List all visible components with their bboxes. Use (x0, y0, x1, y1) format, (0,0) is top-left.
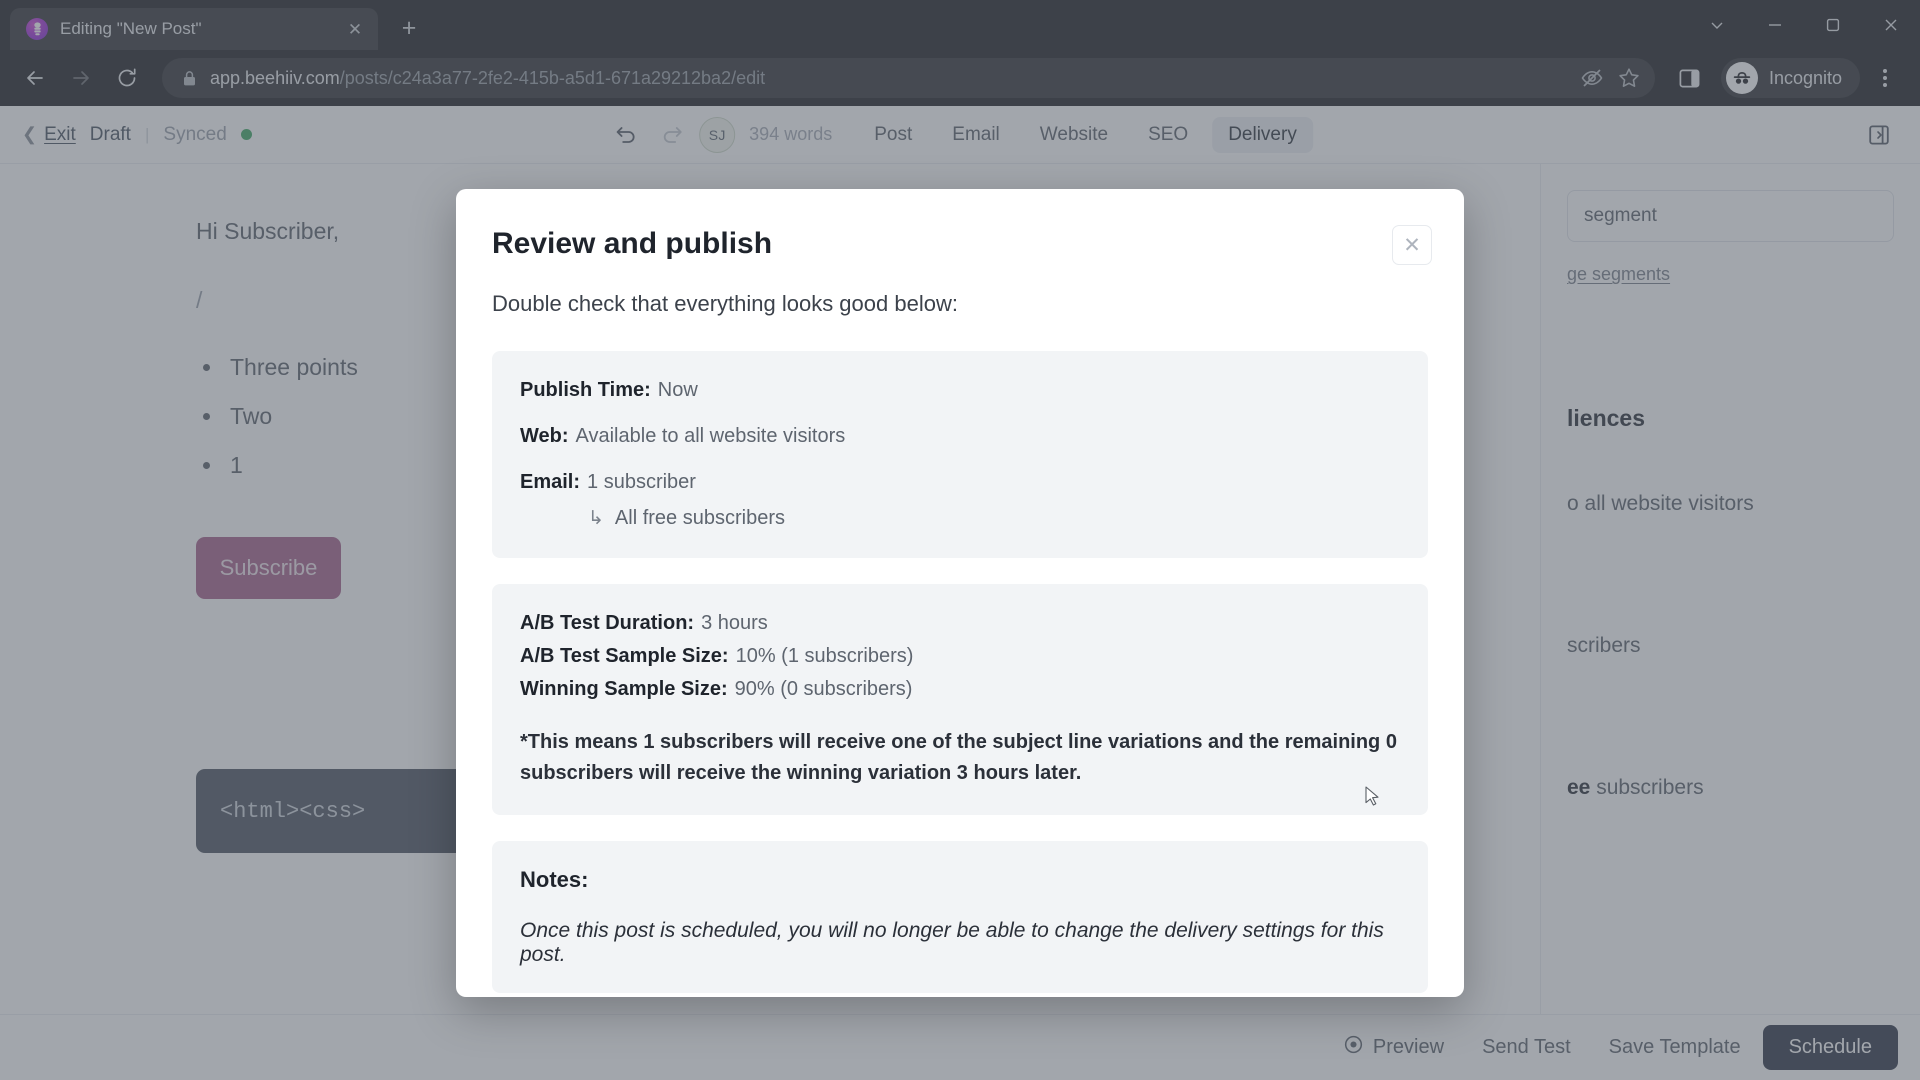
dialog-body: Review and publish Double check that eve… (456, 189, 1464, 997)
winning-sample-row: Winning Sample Size: 90% (0 subscribers) (520, 676, 1400, 703)
mouse-cursor (1365, 786, 1381, 813)
modal-overlay[interactable]: ✕ Review and publish Double check that e… (0, 0, 1920, 1080)
email-value: 1 subscriber (587, 471, 696, 493)
review-and-publish-dialog: ✕ Review and publish Double check that e… (456, 189, 1464, 997)
ab-test-card: A/B Test Duration: 3 hours A/B Test Sampl… (492, 584, 1428, 815)
browser-window: Editing "New Post" ✕ + (0, 0, 1920, 1080)
dialog-title: Review and publish (492, 227, 773, 260)
web-value: Available to all website visitors (575, 425, 846, 447)
email-row: Email: 1 subscriber ↳ All free subscriber… (520, 469, 1400, 532)
dialog-subtitle: Double check that everything looks good … (492, 291, 958, 316)
winning-sample-label: Winning Sample Size: (520, 678, 728, 700)
publish-time-row: Publish Time: Now (520, 377, 1400, 404)
ab-sample-value: 10% (1 subscribers) (735, 645, 914, 667)
arrow-hook-icon: ↳ (588, 507, 604, 529)
ab-sample-row: A/B Test Sample Size: 10% (1 subscribers) (520, 643, 1400, 670)
email-label: Email: (520, 471, 581, 493)
ab-test-note: *This means 1 subscribers will receive o… (520, 731, 1397, 784)
ab-sample-label: A/B Test Sample Size: (520, 645, 729, 667)
notes-body: Once this post is scheduled, you will no… (520, 919, 1384, 966)
ab-duration-value: 3 hours (701, 612, 768, 634)
notes-heading: Notes: (520, 867, 589, 892)
winning-sample-value: 90% (0 subscribers) (734, 678, 913, 700)
ab-duration-label: A/B Test Duration: (520, 612, 695, 634)
publish-time-label: Publish Time: (520, 379, 651, 401)
web-row: Web: Available to all website visitors (520, 423, 1400, 450)
publish-summary-card: Publish Time: Now Web: Available to all we… (492, 351, 1428, 558)
ab-duration-row: A/B Test Duration: 3 hours (520, 610, 1400, 637)
email-segment-value: All free subscribers (614, 507, 785, 529)
email-segment-subline: ↳ All free subscribers (588, 505, 1400, 532)
web-label: Web: (520, 425, 569, 447)
publish-time-value: Now (657, 379, 698, 401)
close-icon[interactable]: ✕ (1392, 225, 1432, 265)
notes-card: Notes: Once this post is scheduled, you … (492, 841, 1428, 993)
